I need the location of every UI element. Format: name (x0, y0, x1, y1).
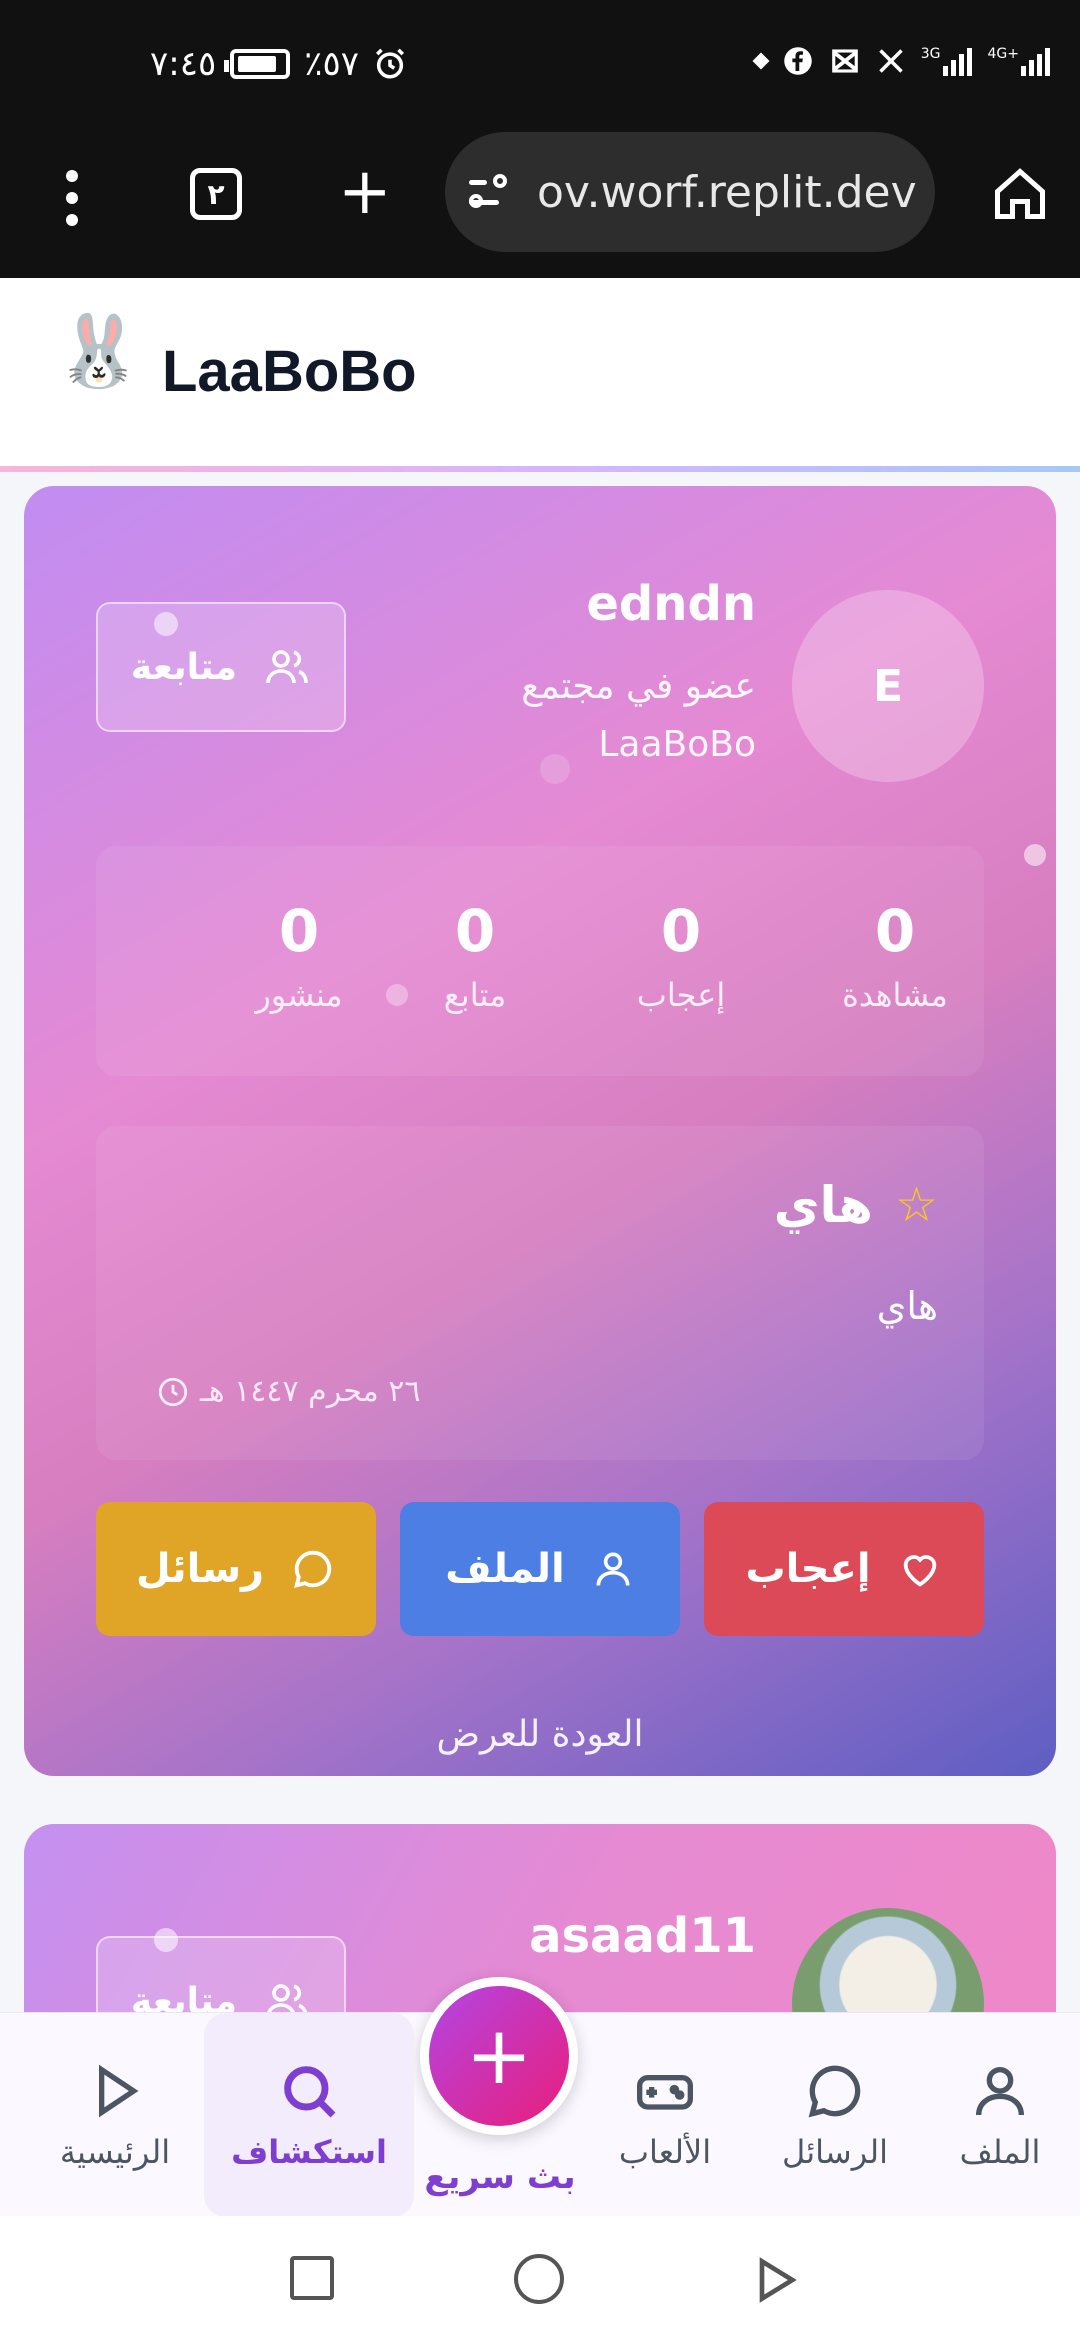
signal-icon (942, 46, 972, 76)
address-bar[interactable]: ov.worf.replit.dev (445, 132, 935, 252)
bottom-nav: الملف الرسائل الألعاب + بث سريع استكشاف … (0, 1977, 1080, 2217)
nav-label: الملف (959, 2133, 1041, 2171)
profile-card: E edndn عضو في مجتمع LaaBoBo متابعة 0 مش… (24, 486, 1056, 1776)
profile-button[interactable]: الملف (400, 1502, 680, 1636)
chat-icon (808, 2065, 861, 2118)
new-tab-icon[interactable]: + (338, 160, 392, 224)
stat-followers: 0 متابع (390, 896, 560, 1014)
messages-button[interactable]: رسائل (96, 1502, 376, 1636)
user-icon (596, 1552, 630, 1586)
stat-label: مشاهدة (842, 976, 948, 1014)
follow-button[interactable]: متابعة (96, 602, 346, 732)
home-icon[interactable] (514, 2254, 564, 2304)
quick-live-label[interactable]: بث سريع (380, 2157, 620, 2197)
user-icon (976, 2067, 1024, 2116)
nav-label: الرئيسية (59, 2133, 171, 2171)
quick-live-button[interactable]: + (420, 1977, 578, 2135)
network-3g-label: 3G (920, 46, 941, 62)
network-4g-label: 4G+ (987, 46, 1020, 62)
stat-views: 0 مشاهدة (810, 896, 980, 1014)
stat-value: 0 (278, 897, 320, 965)
stat-posts: 0 منشور (214, 896, 384, 1014)
nav-item-messages[interactable]: الرسائل (770, 2013, 900, 2217)
url-text[interactable]: ov.worf.replit.dev (537, 167, 935, 218)
notification-dot-icon (752, 52, 770, 70)
post-title-row: ☆ هاي (774, 1176, 938, 1234)
menu-icon[interactable] (62, 170, 82, 226)
browser-chrome: ٧:٤٥ ٪٥٧ 3G 4G+ ٢ + ov.worf.replit.dev (0, 0, 1080, 278)
star-icon: ☆ (894, 1177, 938, 1233)
status-right: 3G 4G+ (752, 46, 1050, 76)
stat-value: 0 (454, 897, 496, 965)
post-body: هاي (876, 1284, 938, 1328)
stats-panel: 0 مشاهدة 0 إعجاب 0 متابع 0 منشور (96, 846, 984, 1076)
signal-icon (1021, 46, 1050, 76)
rabbit-logo-icon: 🐰 (55, 310, 143, 392)
users-icon (266, 650, 308, 684)
avatar[interactable]: E (792, 590, 984, 782)
stat-value: 0 (874, 897, 916, 965)
network-3g: 3G (921, 46, 972, 76)
user-bio: عضو في مجتمع LaaBoBo (521, 666, 756, 765)
brand-name[interactable]: LaaBoBo (162, 338, 417, 405)
nav-item-home[interactable]: الرئيسية (40, 2013, 190, 2217)
app-header: 🐰 LaaBoBo (0, 278, 1080, 470)
system-nav-bar (0, 2216, 1080, 2340)
messages-label: رسائل (135, 1546, 265, 1592)
tab-switcher-button[interactable]: ٢ (190, 168, 242, 220)
nav-item-profile[interactable]: الملف (940, 2013, 1060, 2217)
profile-label: الملف (445, 1546, 565, 1592)
home-icon[interactable] (990, 164, 1050, 224)
nav-item-explore[interactable]: استكشاف (204, 2013, 414, 2217)
network-4g: 4G+ (987, 46, 1050, 76)
stat-label: إعجاب (636, 976, 726, 1014)
post-title: هاي (773, 1176, 873, 1234)
header-divider (0, 466, 1080, 472)
post-date: ٢٦ محرم ١٤٤٧ هـ (200, 1374, 421, 1409)
clock-icon (158, 1377, 188, 1406)
status-bar: ٧:٤٥ ٪٥٧ 3G 4G+ (0, 0, 1080, 130)
battery-icon (224, 49, 291, 79)
stat-label: متابع (443, 976, 507, 1014)
recents-icon[interactable] (290, 2256, 334, 2300)
heart-icon (903, 1555, 936, 1587)
username[interactable]: edndn (586, 576, 756, 632)
clock: ٧:٤٥ (150, 44, 217, 84)
nav-label: الرسائل (782, 2133, 888, 2171)
capcut-icon (831, 49, 858, 73)
chat-icon (294, 1550, 332, 1588)
decor-dot (1024, 844, 1046, 866)
stat-label: منشور (255, 976, 343, 1014)
browser-toolbar: ٢ + ov.worf.replit.dev (0, 130, 1080, 260)
battery-percent: ٪٥٧ (304, 44, 360, 84)
play-icon (99, 2064, 139, 2118)
nav-label: الألعاب (618, 2133, 712, 2171)
action-buttons: إعجاب الملف رسائل (96, 1502, 984, 1636)
facebook-icon (783, 47, 812, 75)
like-button[interactable]: إعجاب (704, 1502, 984, 1636)
stat-value: 0 (660, 897, 702, 965)
back-icon[interactable] (746, 2252, 806, 2308)
nav-label: استكشاف (231, 2133, 387, 2171)
plus-icon: + (429, 1986, 569, 2126)
post-card[interactable]: ☆ هاي هاي ٢٦ محرم ١٤٤٧ هـ (96, 1126, 984, 1460)
stat-likes: 0 إعجاب (596, 896, 766, 1014)
follow-label: متابعة (130, 646, 238, 688)
gamepad-icon (637, 2075, 693, 2110)
post-date-row: ٢٦ محرم ١٤٤٧ هـ (156, 1374, 420, 1409)
alarm-icon (376, 48, 405, 79)
site-settings-icon[interactable] (469, 172, 519, 212)
x-icon (878, 49, 903, 73)
status-left: ٧:٤٥ ٪٥٧ (150, 44, 407, 84)
username[interactable]: asaad11 (529, 1908, 756, 1964)
like-label: إعجاب (745, 1546, 871, 1592)
back-to-view-link[interactable]: العودة للعرض (24, 1714, 1056, 1755)
search-icon (284, 2066, 336, 2118)
